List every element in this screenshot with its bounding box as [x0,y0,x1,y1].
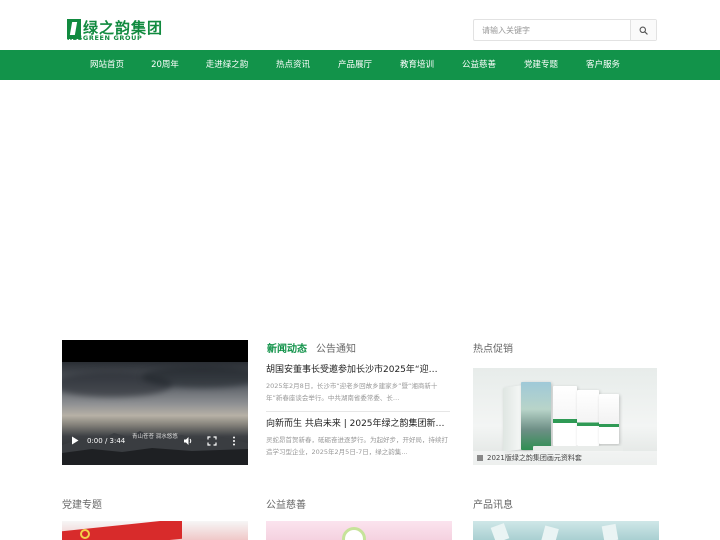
section-title-products: 产品讯息 [473,500,513,511]
search-button[interactable] [630,20,656,40]
video-player[interactable]: 青山苍苍 润水悠悠 0:00 / 3:44 [62,340,248,465]
tab-announcements[interactable]: 公告通知 [316,340,356,355]
nav-item-news[interactable]: 热点资讯 [276,50,310,80]
promo-image[interactable]: 2021版绿之韵集团画元资料套 [473,368,657,465]
fullscreen-icon[interactable] [207,436,217,446]
news-title[interactable]: 胡国安董事长受邀参加长沙市2025年“迎… [266,364,450,377]
emblem-image [80,529,90,539]
section-title-charity: 公益慈善 [266,500,306,511]
tab-news[interactable]: 新闻动态 [267,340,307,355]
logo-english-text: RESGREEN GROUP [67,34,143,42]
nav-item-service[interactable]: 客户服务 [586,50,620,80]
brochure-image [577,390,599,446]
charity-thumbnail[interactable] [266,521,452,540]
nav-item-anniversary[interactable]: 20周年 [151,50,179,80]
brochure-image [553,386,577,446]
volume-icon[interactable] [183,436,193,446]
promo-caption-text: 2021版绿之韵集团画元资料套 [487,454,582,462]
video-time: 0:00 / 3:44 [87,437,126,445]
caption-marker-icon [477,455,483,461]
banner-area [0,80,720,330]
main-nav: 网站首页 20周年 走进绿之韵 热点资讯 产品展厅 教育培训 公益慈善 党建专题… [0,50,720,80]
party-thumbnail[interactable] [62,521,248,540]
news-title[interactable]: 向新而生 共启未来 | 2025年绿之韵集团新… [266,418,450,431]
play-icon[interactable] [71,436,79,445]
search-box [473,19,657,41]
news-divider [266,411,450,412]
product-image [490,523,510,540]
nav-item-training[interactable]: 教育培训 [400,50,434,80]
products-thumbnail[interactable] [473,521,659,540]
promo-title: 热点促销 [473,344,513,355]
promo-caption: 2021版绿之韵集团画元资料套 [473,451,657,465]
site-header: 绿之韵集团 RESGREEN GROUP [0,0,720,50]
nav-item-products[interactable]: 产品展厅 [338,50,372,80]
video-controls: 0:00 / 3:44 [62,435,248,463]
news-summary: 2025年2月8日，长沙市“迎老乡回故乡建家乡”暨“湘商新十年”新春座谈会举行。… [266,382,438,402]
search-input[interactable] [474,20,632,40]
news-item[interactable]: 向新而生 共启未来 | 2025年绿之韵集团新… 灵蛇昂首贺新春，砥砺奋进逐梦行… [266,418,450,458]
section-title-party: 党建专题 [62,500,102,511]
news-summary: 灵蛇昂首贺新春，砥砺奋进逐梦行。为起好步，开好局，持续打造学习型企业，2025年… [266,436,448,456]
brochure-image [599,394,619,444]
search-icon [639,26,648,35]
more-options-icon[interactable] [232,436,236,446]
nav-item-charity[interactable]: 公益慈善 [462,50,496,80]
nav-item-home[interactable]: 网站首页 [90,50,124,80]
charity-emblem-image [342,527,366,540]
logo[interactable]: 绿之韵集团 RESGREEN GROUP [67,19,167,42]
product-image [601,523,619,540]
brochure-image [521,382,551,450]
product-image [541,525,559,540]
news-item[interactable]: 胡国安董事长受邀参加长沙市2025年“迎… 2025年2月8日，长沙市“迎老乡回… [266,364,450,404]
nav-item-party[interactable]: 党建专题 [524,50,558,80]
nav-item-about[interactable]: 走进绿之韵 [206,50,249,80]
